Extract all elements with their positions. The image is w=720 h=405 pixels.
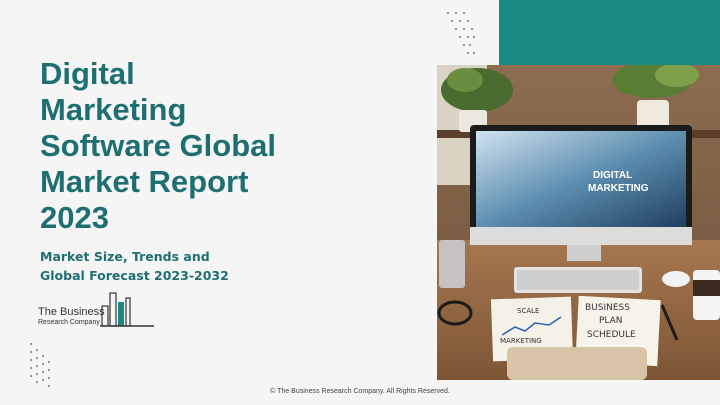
copyright-footer: © The Business Research Company. All Rig… <box>270 388 450 395</box>
screen-text-1: DIGITAL <box>593 170 632 181</box>
dot-pattern-bottom <box>30 343 60 387</box>
card-text-3: SCHEDULE <box>587 330 636 340</box>
card-text-1: BUSINESS <box>585 303 630 313</box>
logo-line-1: The Business <box>38 306 105 318</box>
page-subtitle: Market Size, Trends and Global Forecast … <box>40 249 229 283</box>
company-logo-text: The Business Research Company <box>38 306 108 327</box>
page-title: Digital Marketing Software Global Market… <box>40 56 276 235</box>
company-logo-bars-icon <box>100 292 154 327</box>
sign-text-2: MARKETING <box>500 337 542 345</box>
desk-illustration: DIGITAL MARKETING SCALE MARKETING BUSINE… <box>437 65 720 380</box>
dot-pattern-top <box>447 12 477 58</box>
sign-text-1: SCALE <box>517 307 539 315</box>
desk-photo: DIGITAL MARKETING SCALE MARKETING BUSINE… <box>437 65 720 380</box>
card-text-2: PLAN <box>599 316 623 326</box>
screen-text-2: MARKETING <box>588 183 649 194</box>
logo-line-2: Research Company <box>38 319 100 326</box>
